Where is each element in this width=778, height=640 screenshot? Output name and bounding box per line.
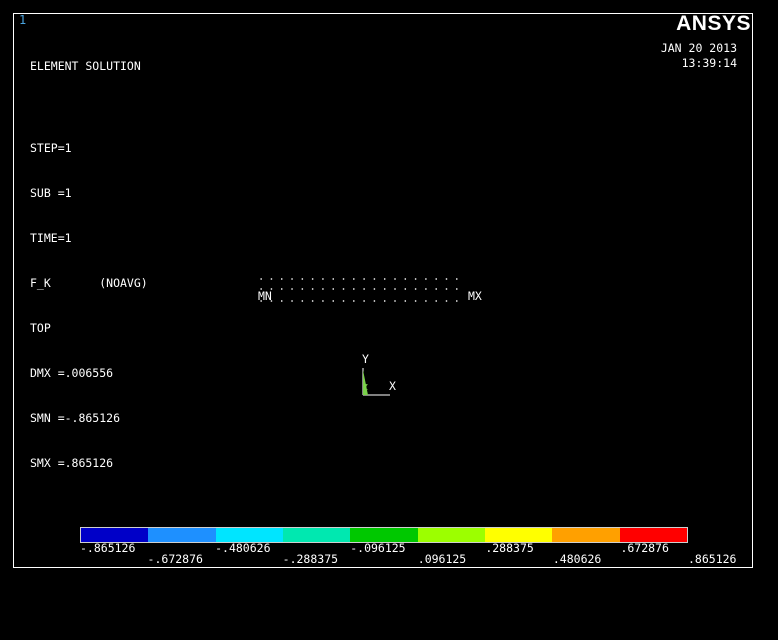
legend-color-segment	[619, 528, 687, 542]
legend-color-segment	[215, 528, 283, 542]
legend-color-segment	[81, 528, 149, 542]
max-marker-label: MX	[468, 289, 482, 303]
info-step: STEP=1	[30, 141, 72, 155]
model-nodes[interactable]	[256, 278, 462, 304]
node-row	[256, 278, 462, 280]
info-dmx: DMX =.006556	[30, 366, 114, 380]
legend-color-segment	[148, 528, 216, 542]
min-marker-label: MN	[258, 289, 272, 303]
legend-color-segment	[552, 528, 620, 542]
info-time: TIME=1	[30, 231, 72, 245]
legend-color-segment	[282, 528, 351, 542]
triad-z-label: Z	[363, 383, 368, 392]
legend-color-segment	[417, 528, 485, 542]
legend-label: -.096125	[350, 541, 406, 555]
legend-label: .865126	[688, 552, 737, 566]
legend-color-segment	[484, 528, 553, 542]
info-sub: SUB =1	[30, 186, 72, 200]
triad-x-label: X	[389, 379, 396, 393]
legend-label: .288375	[485, 541, 534, 555]
legend-label: -.672876	[147, 552, 203, 566]
time-label: 13:39:14	[681, 56, 737, 70]
info-layer: TOP	[30, 321, 51, 335]
node-row	[256, 300, 462, 302]
info-smx: SMX =.865126	[30, 456, 114, 470]
legend-color-segment	[350, 528, 418, 542]
legend-label: -.288375	[282, 552, 339, 566]
ansys-logo: ANSYS	[676, 12, 751, 35]
legend-label: .096125	[417, 552, 467, 566]
window-number: 1	[19, 13, 27, 27]
legend-label: -.865126	[80, 541, 136, 555]
info-smn: SMN =-.865126	[30, 411, 121, 425]
date-label: JAN 20 2013	[660, 41, 737, 55]
info-item: F_K (NOAVG)	[30, 276, 148, 290]
legend-label: .672876	[620, 541, 669, 555]
node-row	[256, 288, 462, 290]
triad-y-label: Y	[362, 352, 369, 366]
info-title: ELEMENT SOLUTION	[30, 59, 141, 73]
solution-info-block: ELEMENT SOLUTION STEP=1 SUB =1 TIME=1 F_…	[30, 29, 148, 486]
legend-label: -.480626	[215, 541, 271, 555]
legend-label: .480626	[552, 552, 602, 566]
